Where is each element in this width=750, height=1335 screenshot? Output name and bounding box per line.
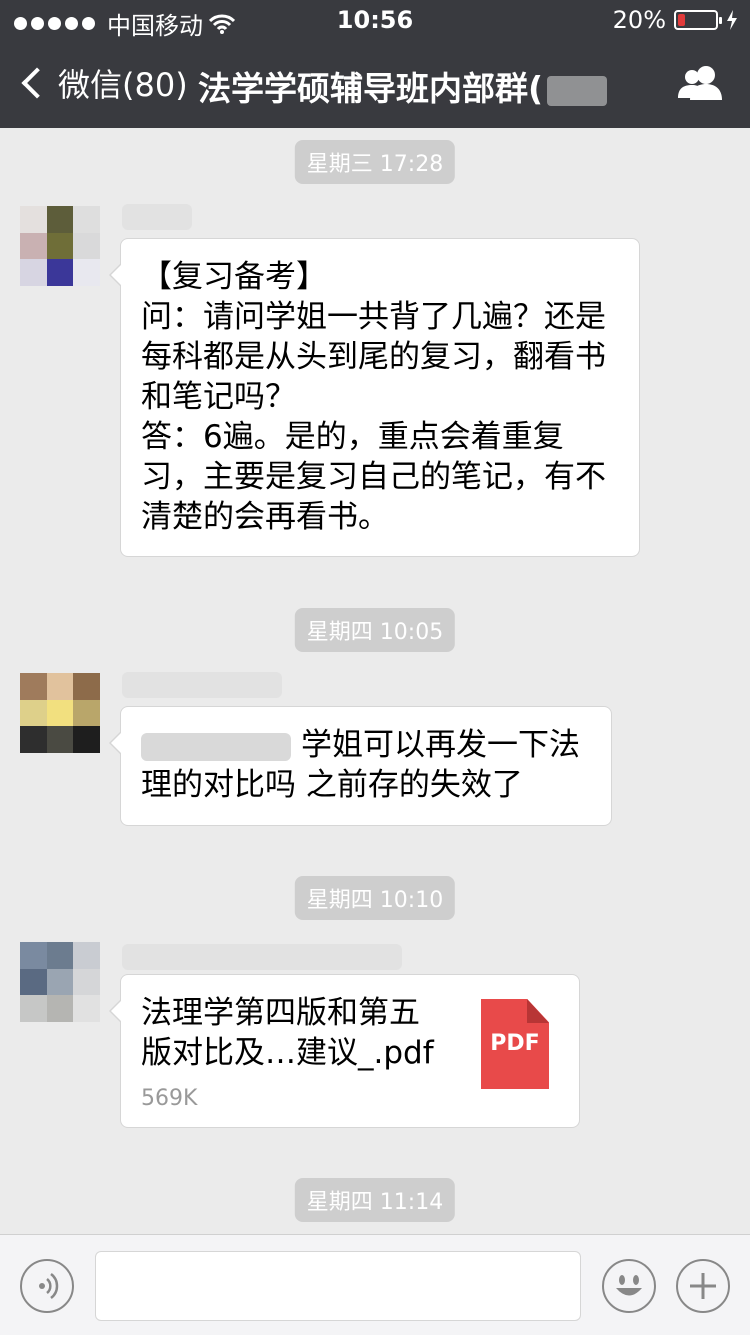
message-line: 清楚的会再看书。: [141, 499, 389, 535]
emoji-button[interactable]: [602, 1259, 656, 1313]
back-button[interactable]: 微信(80): [18, 60, 188, 106]
timestamp-pill: 星期三 17:28: [294, 140, 456, 184]
nav-bar: 微信(80) 法学学硕辅导班内部群(: [0, 40, 750, 128]
battery-percent: 20%: [612, 6, 666, 34]
avatar[interactable]: [20, 206, 100, 286]
message-line: 和笔记吗？: [141, 379, 296, 415]
file-message-bubble[interactable]: 法理学第四版和第五 版对比及…建议_.pdf 569K PDF: [109, 974, 580, 1128]
message-line: 习，主要是复习自己的笔记，有不: [141, 459, 606, 495]
sender-name-blurred: [122, 204, 192, 230]
message-line: 理的对比吗 之前存的失效了: [141, 767, 523, 803]
status-bar: 中国移动 10:56 20%: [0, 0, 750, 40]
chevron-left-icon: [21, 67, 53, 99]
sender-name-blurred: [122, 672, 282, 698]
message-line: 【复习备考】: [141, 259, 327, 295]
back-label: 微信(80): [58, 66, 188, 104]
sender-name-blurred: [122, 944, 402, 970]
battery-icon: [674, 10, 722, 30]
timestamp-pill: 星期四 10:10: [294, 876, 456, 920]
input-bar: [0, 1234, 750, 1335]
timestamp-pill: 星期四 10:05: [294, 608, 456, 652]
battery-fill: [678, 14, 685, 26]
chat-title: 法学学硕辅导班内部群(: [198, 62, 648, 110]
status-right: 20%: [613, 6, 738, 34]
emoji-icon: [616, 1275, 642, 1296]
avatar[interactable]: [20, 673, 100, 753]
top-bar: 中国移动 10:56 20% 微信(80) 法学学硕辅导班内部群(: [0, 0, 750, 128]
message-bubble[interactable]: 【复习备考】 问：请问学姐一共背了几遍？还是 每科都是从头到尾的复习，翻看书 和…: [109, 238, 640, 557]
voice-icon: [39, 1273, 59, 1299]
charging-bolt-icon: [727, 10, 737, 30]
voice-button[interactable]: [20, 1259, 74, 1313]
avatar[interactable]: [20, 942, 100, 1022]
plus-button[interactable]: [676, 1259, 730, 1313]
message-input[interactable]: [95, 1251, 581, 1321]
message-line: 学姐可以再发一下法: [141, 725, 591, 765]
mention-blurred: [141, 732, 291, 761]
group-members-icon[interactable]: [678, 64, 724, 100]
message-line: 答：6遍。是的，重点会着重复: [141, 419, 564, 455]
plus-icon: [690, 1273, 716, 1299]
timestamp-pill: 星期四 11:14: [294, 1178, 456, 1222]
message-line: 每科都是从头到尾的复习，翻看书: [141, 339, 606, 375]
message-line: 问：请问学姐一共背了几遍？还是: [141, 299, 606, 335]
file-name: 法理学第四版和第五 版对比及…建议_.pdf: [141, 995, 434, 1071]
message-bubble[interactable]: 学姐可以再发一下法 理的对比吗 之前存的失效了: [109, 706, 612, 826]
